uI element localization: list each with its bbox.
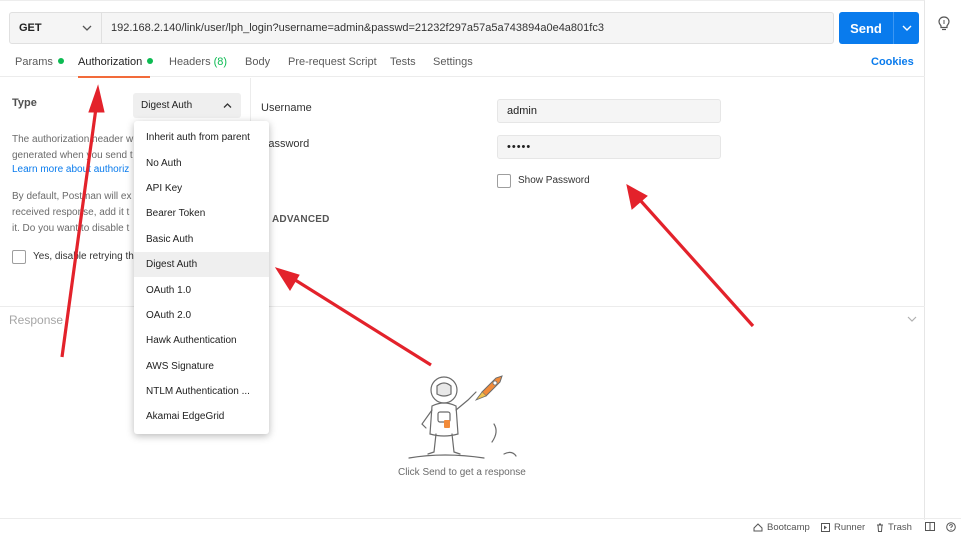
show-password-label: Show Password xyxy=(518,175,590,186)
chevron-down-icon xyxy=(902,25,911,31)
runner-icon xyxy=(821,523,830,532)
status-dot xyxy=(57,58,64,64)
tab-authorization[interactable]: Authorization xyxy=(78,56,154,68)
bootcamp-button[interactable]: Bootcamp xyxy=(753,522,810,533)
active-tab-underline xyxy=(78,76,150,78)
help-button[interactable] xyxy=(946,522,960,532)
password-field[interactable]: ••••• xyxy=(497,135,721,159)
type-label: Type xyxy=(12,97,37,109)
chevron-up-icon xyxy=(223,103,232,108)
url-input[interactable]: 192.168.2.140/link/user/lph_login?userna… xyxy=(102,22,604,34)
tab-label: Params xyxy=(15,56,53,68)
request-tabs: Params Authorization Headers (8) Body Pr… xyxy=(0,52,925,77)
two-pane-icon xyxy=(925,522,935,531)
menu-item-hawk-auth[interactable]: Hawk Authentication xyxy=(134,328,269,353)
menu-item-no-auth[interactable]: No Auth xyxy=(134,150,269,175)
auth-type-select[interactable]: Digest Auth xyxy=(133,93,241,118)
menu-item-akamai-edgegrid[interactable]: Akamai EdgeGrid xyxy=(134,404,269,429)
trash-button[interactable]: Trash xyxy=(876,522,912,533)
menu-item-basic-auth[interactable]: Basic Auth xyxy=(134,227,269,252)
astronaut-illustration xyxy=(408,375,517,459)
advanced-section-toggle[interactable]: ADVANCED xyxy=(272,214,330,225)
status-dot xyxy=(147,58,154,64)
tab-settings[interactable]: Settings xyxy=(433,56,473,68)
method-select[interactable]: GET xyxy=(10,13,102,43)
tab-params[interactable]: Params xyxy=(15,56,64,68)
two-pane-toggle[interactable] xyxy=(925,522,939,531)
menu-item-digest-auth[interactable]: Digest Auth xyxy=(134,251,269,278)
empty-response-message: Click Send to get a response xyxy=(398,467,526,478)
menu-item-oauth-1[interactable]: OAuth 1.0 xyxy=(134,277,269,302)
trash-label: Trash xyxy=(888,522,912,533)
method-label: GET xyxy=(19,22,42,34)
menu-item-oauth-2[interactable]: OAuth 2.0 xyxy=(134,303,269,328)
tab-pre-request-script[interactable]: Pre-request Script xyxy=(288,56,377,68)
disable-retry-checkbox[interactable] xyxy=(12,250,26,264)
tab-count: (8) xyxy=(213,56,228,68)
tab-headers[interactable]: Headers (8) xyxy=(169,56,227,68)
bootcamp-label: Bootcamp xyxy=(767,522,810,533)
auth-type-menu: Inherit auth from parent No Auth API Key… xyxy=(134,121,269,434)
show-password-checkbox[interactable] xyxy=(497,174,511,188)
response-label: Response xyxy=(9,313,64,327)
help-icon xyxy=(946,522,956,532)
cookies-link[interactable]: Cookies xyxy=(871,56,914,68)
tab-tests[interactable]: Tests xyxy=(390,56,416,68)
learn-more-link[interactable]: Learn more about authoriz xyxy=(12,162,137,178)
chevron-down-icon xyxy=(82,25,92,31)
menu-item-ntlm-auth[interactable]: NTLM Authentication ... xyxy=(134,379,269,404)
send-label: Send xyxy=(850,20,882,36)
tab-body[interactable]: Body xyxy=(245,56,270,68)
request-url-bar: GET 192.168.2.140/link/user/lph_login?us… xyxy=(9,12,834,44)
chevron-down-icon[interactable] xyxy=(907,315,917,323)
lightbulb-icon[interactable] xyxy=(936,15,952,33)
username-label: Username xyxy=(261,102,312,114)
runner-label: Runner xyxy=(834,522,866,533)
auth-description-line: The authorization header w xyxy=(12,134,134,145)
tab-label: Authorization xyxy=(78,56,143,68)
auth-type-value: Digest Auth xyxy=(141,100,193,111)
send-button[interactable]: Send xyxy=(839,12,919,44)
retry-description-line: received response, add it t xyxy=(12,207,130,218)
trash-icon xyxy=(877,523,883,532)
retry-description-line: it. Do you want to disable t xyxy=(12,223,130,234)
send-options-button[interactable] xyxy=(894,24,919,32)
disable-retry-label: Yes, disable retrying th xyxy=(33,251,134,262)
status-bar: Bootcamp Runner Trash xyxy=(0,518,961,534)
runner-button[interactable]: Runner xyxy=(821,522,865,533)
menu-item-api-key[interactable]: API Key xyxy=(134,176,269,201)
retry-description-line: By default, Postman will ex xyxy=(12,191,132,202)
menu-item-aws-signature[interactable]: AWS Signature xyxy=(134,354,269,379)
tab-label: Headers xyxy=(169,56,211,68)
username-field[interactable]: admin xyxy=(497,99,721,123)
menu-item-bearer-token[interactable]: Bearer Token xyxy=(134,201,269,226)
bootcamp-icon xyxy=(753,523,763,532)
menu-item-inherit-auth[interactable]: Inherit auth from parent xyxy=(134,125,269,150)
right-sidebar xyxy=(926,0,961,520)
